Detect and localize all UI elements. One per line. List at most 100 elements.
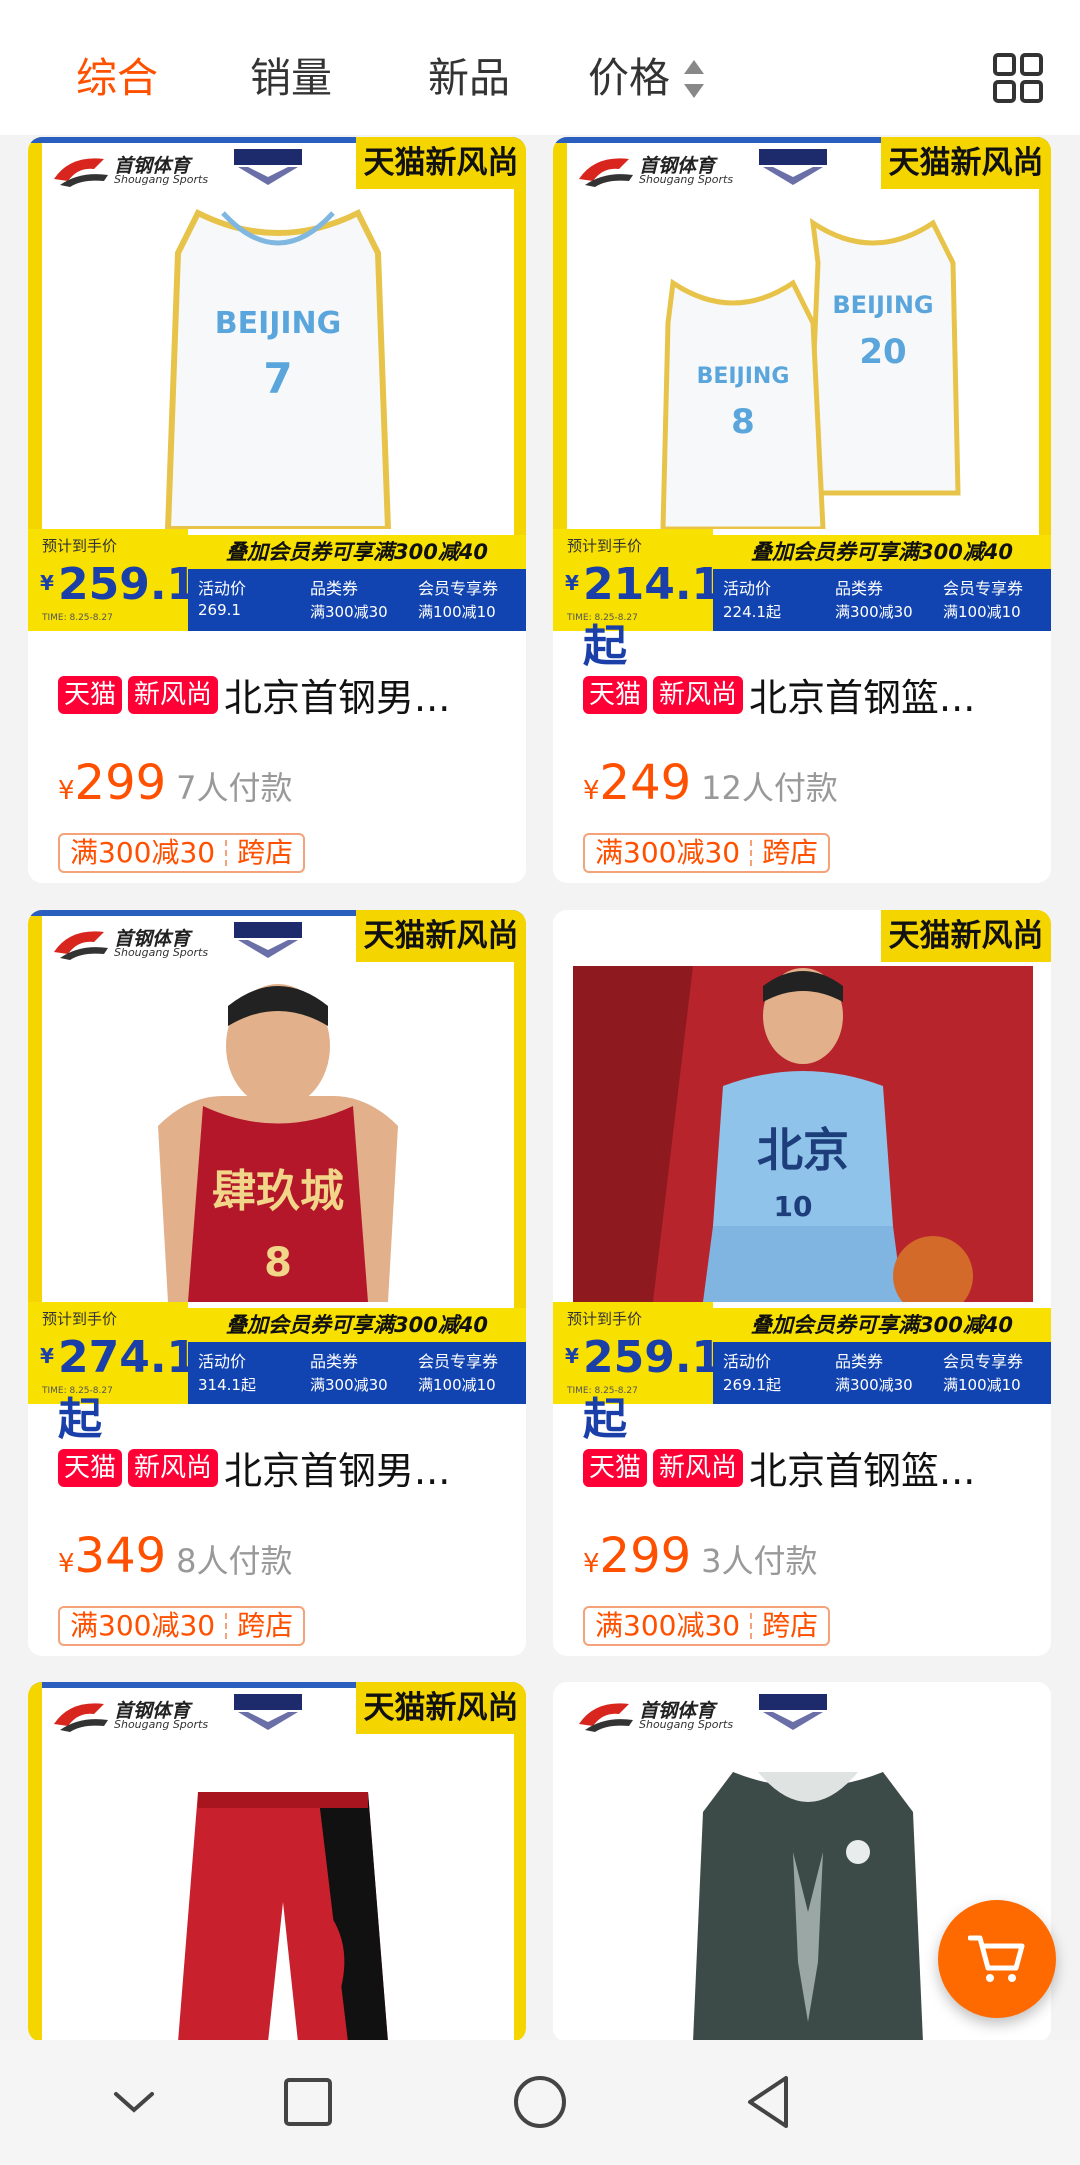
price-row: ¥349 8人付款 — [58, 1528, 293, 1584]
svg-text:北京: 北京 — [757, 1123, 849, 1177]
product-card[interactable]: 北京 10 首钢体育 Shougang Sports 天猫新风尚 预计到手价 ¥… — [553, 910, 1051, 1656]
svg-text:肆玖城: 肆玖城 — [212, 1166, 344, 1217]
coupon-value: 满300减30 — [310, 1376, 388, 1394]
product-image: BEIJING 7 首钢体育 Shougang Sports 天猫新风尚 预计到… — [28, 137, 526, 631]
new-style-badge: 新风尚 — [128, 675, 219, 714]
tab-new[interactable]: 新品 — [428, 48, 510, 108]
product-card[interactable]: 首钢体育 Shougang Sports 天猫新风尚 — [28, 1682, 526, 2042]
est-yen: ¥ — [40, 571, 54, 595]
tmall-new-banner: 天猫新风尚 — [356, 137, 526, 189]
member-value: 满100减10 — [943, 1376, 1021, 1394]
activity-label: 活动价 — [723, 1352, 772, 1371]
est-price: 259.1 — [58, 559, 198, 610]
tmall-badge: 天猫 — [583, 675, 648, 714]
svg-text:BEIJING: BEIJING — [697, 364, 790, 389]
brand-sub: Shougang Sports — [114, 946, 209, 959]
player-photo: 北京 10 — [573, 966, 1033, 1302]
promo-tag: 满300减30 跨店 — [58, 833, 306, 873]
promo-tag-cross-store: 跨店 — [762, 1609, 819, 1642]
member-label: 会员专享券 — [418, 579, 499, 598]
est-yen: ¥ — [40, 1344, 54, 1368]
tmall-new-banner: 天猫新风尚 — [881, 910, 1051, 962]
est-yen: ¥ — [565, 571, 579, 595]
estimated-price-panel: 预计到手价 ¥ 259.1起 TIME: 8.25-8.27 — [553, 1302, 722, 1445]
promo-time: TIME: 8.25-8.27 — [42, 1386, 113, 1396]
svg-text:20: 20 — [859, 332, 906, 372]
tmall-new-banner: 天猫新风尚 — [356, 1682, 526, 1734]
promo-time: TIME: 8.25-8.27 — [567, 1386, 638, 1396]
member-label: 会员专享券 — [943, 1352, 1024, 1371]
promo-banner: 叠加会员券可享满300减40 — [713, 1308, 1051, 1342]
product-price: 349 — [74, 1528, 167, 1584]
svg-text:8: 8 — [731, 402, 755, 442]
player-photo: 肆玖城 8 — [158, 984, 398, 1302]
activity-price: 269.1 — [198, 601, 241, 619]
sort-arrows-icon[interactable] — [682, 58, 706, 100]
svg-text:BEIJING: BEIJING — [832, 291, 933, 319]
coupon-value: 满300减30 — [835, 603, 913, 621]
sort-bar: 综合 销量 新品 价格 — [0, 0, 1080, 135]
promo-tag-discount: 满300减30 — [70, 836, 216, 869]
product-image: 首钢体育 Shougang Sports 天猫新风尚 — [28, 1682, 526, 2042]
jersey-image: BEIJING 7 — [164, 208, 392, 529]
tab-comprehensive[interactable]: 综合 — [76, 48, 158, 108]
tmall-new-banner: 天猫新风尚 — [356, 910, 526, 962]
est-label: 预计到手价 — [42, 1310, 118, 1328]
tmall-badge: 天猫 — [58, 675, 123, 714]
cart-button[interactable] — [938, 1900, 1056, 2018]
discount-panel: 活动价 314.1起 品类券 满300减30 会员专享券 满100减10 — [188, 1342, 526, 1404]
promo-tag: 满300减30 跨店 — [583, 1606, 831, 1646]
promo-tag: 满300减30 跨店 — [58, 1606, 306, 1646]
product-title-row[interactable]: 天猫 新风尚 北京首钢男... — [58, 667, 450, 720]
tab-sales[interactable]: 销量 — [250, 48, 332, 108]
product-image: 肆玖城 8 首钢体育 Shougang Sports 天猫新风尚 预计到手价 ¥… — [28, 910, 526, 1445]
grid-layout-icon[interactable] — [992, 52, 1044, 104]
product-title[interactable]: 北京首钢篮... — [749, 1440, 975, 1495]
price-currency: ¥ — [58, 1549, 75, 1579]
new-style-badge: 新风尚 — [128, 1448, 219, 1487]
coupon-label: 品类券 — [835, 579, 884, 598]
ducks-logo — [234, 922, 302, 958]
back-icon[interactable] — [738, 2070, 802, 2134]
tab-price[interactable]: 价格 — [588, 48, 670, 108]
promo-banner: 叠加会员券可享满300减40 — [188, 1308, 526, 1342]
product-title-row[interactable]: 天猫 新风尚 北京首钢男... — [58, 1440, 450, 1493]
est-yen: ¥ — [565, 1344, 579, 1368]
ducks-logo — [759, 149, 827, 185]
cart-icon — [968, 1935, 1025, 1982]
shorts-image — [178, 1792, 388, 2042]
product-card[interactable]: BEIJING 20 BEIJING 8 首钢体育 Shougang Sport… — [553, 137, 1051, 883]
product-title-row[interactable]: 天猫 新风尚 北京首钢篮... — [583, 1440, 975, 1493]
promo-tag-cross-store: 跨店 — [237, 836, 294, 869]
product-title[interactable]: 北京首钢男... — [224, 667, 450, 722]
promo-tag-discount: 满300减30 — [70, 1609, 216, 1642]
svg-text:BEIJING: BEIJING — [215, 306, 342, 341]
product-title[interactable]: 北京首钢篮... — [749, 667, 975, 722]
home-icon[interactable] — [508, 2070, 572, 2134]
product-price: 299 — [74, 755, 167, 811]
member-value: 满100减10 — [418, 1376, 496, 1394]
price-currency: ¥ — [58, 776, 75, 806]
product-image: BEIJING 20 BEIJING 8 首钢体育 Shougang Sport… — [553, 137, 1051, 672]
product-title[interactable]: 北京首钢男... — [224, 1440, 450, 1495]
coupon-value: 满300减30 — [310, 603, 388, 621]
discount-panel: 活动价 224.1起 品类券 满300减30 会员专享券 满100减10 — [713, 569, 1051, 631]
sold-count: 3人付款 — [701, 1542, 818, 1580]
svg-text:7: 7 — [263, 354, 292, 403]
recents-icon[interactable] — [276, 2070, 340, 2134]
black-jersey-image — [693, 1772, 923, 2042]
member-label: 会员专享券 — [943, 579, 1024, 598]
chevron-down-icon[interactable] — [102, 2070, 166, 2134]
promo-tag-cross-store: 跨店 — [237, 1609, 294, 1642]
sold-count: 7人付款 — [176, 769, 293, 807]
price-currency: ¥ — [583, 1549, 600, 1579]
new-style-badge: 新风尚 — [653, 675, 744, 714]
product-title-row[interactable]: 天猫 新风尚 北京首钢篮... — [583, 667, 975, 720]
brand-sub: Shougang Sports — [114, 173, 209, 186]
product-card[interactable]: 肆玖城 8 首钢体育 Shougang Sports 天猫新风尚 预计到手价 ¥… — [28, 910, 526, 1656]
ducks-logo — [759, 1694, 827, 1730]
promo-time: TIME: 8.25-8.27 — [42, 613, 113, 623]
product-card[interactable]: BEIJING 7 首钢体育 Shougang Sports 天猫新风尚 预计到… — [28, 137, 526, 883]
promo-banner: 叠加会员券可享满300减40 — [188, 535, 526, 569]
new-style-badge: 新风尚 — [653, 1448, 744, 1487]
